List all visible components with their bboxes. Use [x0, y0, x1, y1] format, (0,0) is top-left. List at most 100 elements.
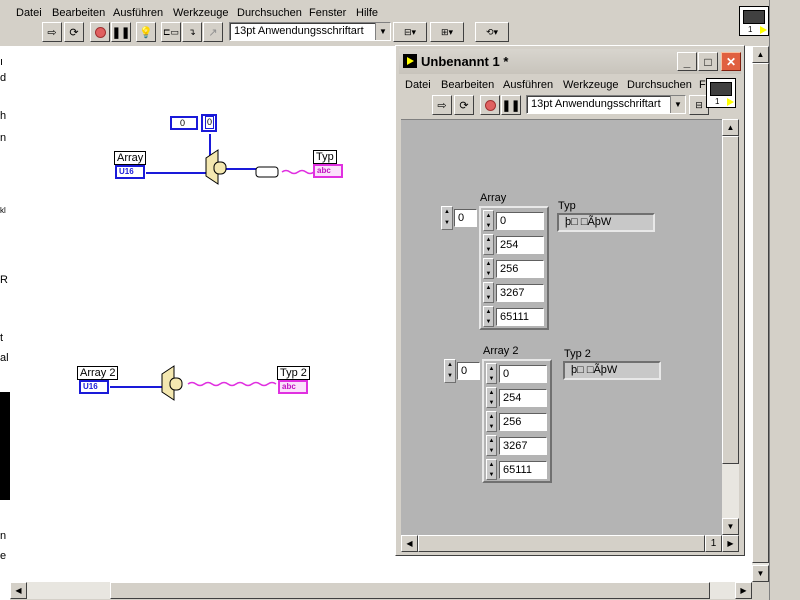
maximize-button[interactable]: □ [698, 52, 718, 71]
highlight-execution-button[interactable]: 💡 [136, 22, 156, 42]
scroll-thumb[interactable] [752, 63, 769, 563]
array2-element[interactable]: ▲ ▼ 256 [486, 411, 548, 432]
run-arrow-button[interactable]: ⇨ [42, 22, 62, 42]
menu-ausfuehren[interactable]: Ausführen [113, 7, 163, 19]
fp-pause-button[interactable]: ❚❚ [501, 95, 521, 115]
fp-menu-durchsuchen[interactable]: Durchsuchen [627, 79, 692, 91]
array-label[interactable]: Array [114, 151, 147, 165]
element-spinner[interactable]: ▲ ▼ [483, 258, 494, 279]
scroll-right-arrow[interactable]: ▶ [735, 582, 752, 599]
bd-horizontal-scrollbar[interactable]: ◀ ▶ [10, 582, 752, 599]
array2-index[interactable]: ▲ ▼ 0 [444, 359, 482, 383]
typ-terminal[interactable]: abc [313, 164, 343, 178]
typ-label[interactable]: Typ [313, 150, 337, 164]
close-button[interactable]: ✕ [721, 52, 741, 71]
align-objects-button[interactable]: ⊟▾ [393, 22, 427, 42]
scroll-thumb[interactable] [110, 582, 710, 599]
element-spinner[interactable]: ▲ ▼ [483, 234, 494, 255]
element-spinner[interactable]: ▲ ▼ [483, 210, 494, 231]
scroll-left-arrow[interactable]: ◀ [10, 582, 27, 599]
element-value[interactable]: 0 [499, 365, 547, 383]
fp-run-arrow-button[interactable]: ⇨ [432, 95, 452, 115]
vi-icon[interactable]: 1 [739, 6, 769, 36]
abort-button[interactable] [90, 22, 110, 42]
element-value[interactable]: 65111 [499, 461, 547, 479]
font-select[interactable]: 13pt Anwendungsschriftart ▼ [229, 22, 391, 41]
element-spinner[interactable]: ▲ ▼ [486, 435, 497, 456]
typ2-label[interactable]: Typ 2 [277, 366, 310, 380]
element-spinner[interactable]: ▲ ▼ [483, 282, 494, 303]
fp-font-select[interactable]: 13pt Anwendungsschriftart ▼ [526, 95, 686, 114]
array1-element[interactable]: ▲ ▼ 0 [483, 210, 545, 231]
menu-bearbeiten[interactable]: Bearbeiten [52, 7, 105, 19]
scroll-down-arrow[interactable]: ▼ [752, 565, 769, 582]
run-continuous-button[interactable]: ⟳ [64, 22, 84, 42]
element-value[interactable]: 3267 [499, 437, 547, 455]
element-value[interactable]: 256 [499, 413, 547, 431]
array1-element[interactable]: ▲ ▼ 3267 [483, 282, 545, 303]
array1-index-spinner[interactable]: ▲ ▼ [441, 206, 453, 230]
front-panel-canvas[interactable]: Array ▲ ▼ 0 ▲ ▼ 0 ▲ ▼ 254 ▲ ▼ 256 ▲ ▼ 3267 [401, 119, 722, 535]
array2-element[interactable]: ▲ ▼ 65111 [486, 459, 548, 480]
element-spinner[interactable]: ▲ ▼ [486, 459, 497, 480]
array2-label[interactable]: Array 2 [77, 366, 119, 380]
array1-index-value[interactable]: 0 [454, 209, 477, 227]
fp-vertical-scrollbar[interactable]: ▲ ▼ [722, 119, 739, 535]
scroll-up-arrow[interactable]: ▲ [722, 119, 739, 136]
fp-horizontal-scrollbar[interactable]: ◀ 1 [401, 535, 722, 552]
scroll-right-arrow[interactable]: ▶ [722, 535, 739, 552]
menu-fenster[interactable]: Fenster [309, 7, 346, 19]
fp-run-continuous-button[interactable]: ⟳ [454, 95, 474, 115]
element-value[interactable]: 256 [496, 260, 544, 278]
array2-element[interactable]: ▲ ▼ 3267 [486, 435, 548, 456]
typ1-string-indicator[interactable]: þ□ □ÃþW [557, 213, 655, 232]
bd-vertical-scrollbar[interactable]: ▲ ▼ [752, 46, 769, 582]
index-constant[interactable]: 0 [170, 116, 198, 130]
array1-element[interactable]: ▲ ▼ 65111 [483, 306, 545, 327]
scroll-thumb[interactable] [722, 136, 739, 464]
fp-menu-fenster[interactable]: F [699, 79, 706, 91]
array2-index-value[interactable]: 0 [457, 362, 480, 380]
step-out-button[interactable]: ↗ [203, 22, 223, 42]
array2-element[interactable]: ▲ ▼ 254 [486, 387, 548, 408]
typ2-string-indicator[interactable]: þ□ □ÃþW [563, 361, 661, 380]
step-into-button[interactable]: ↴ [182, 22, 202, 42]
element-spinner[interactable]: ▲ ▼ [483, 306, 494, 327]
array1-element[interactable]: ▲ ▼ 254 [483, 234, 545, 255]
minimize-button[interactable]: _ [677, 52, 697, 71]
element-value[interactable]: 3267 [496, 284, 544, 302]
typ2-terminal[interactable]: abc [278, 380, 308, 394]
menu-werkzeuge[interactable]: Werkzeuge [173, 7, 228, 19]
fp-menu-werkzeuge[interactable]: Werkzeuge [563, 79, 618, 91]
byte-array-to-string-node[interactable] [255, 166, 279, 178]
element-value[interactable]: 254 [499, 389, 547, 407]
scroll-down-arrow[interactable]: ▼ [722, 518, 739, 535]
element-spinner[interactable]: ▲ ▼ [486, 363, 497, 384]
retain-wire-values-button[interactable]: ⊏▭ [161, 22, 181, 42]
fp-menu-ausfuehren[interactable]: Ausführen [503, 79, 553, 91]
pause-button[interactable]: ❚❚ [111, 22, 131, 42]
scroll-left-arrow[interactable]: ◀ [401, 535, 418, 552]
fp-titlebar[interactable]: Unbenannt 1 * _ □ ✕ [399, 49, 741, 74]
element-value[interactable]: 254 [496, 236, 544, 254]
fp-abort-button[interactable] [480, 95, 500, 115]
array1-element[interactable]: ▲ ▼ 256 [483, 258, 545, 279]
array2-terminal[interactable]: U16 [79, 380, 109, 394]
array2-element[interactable]: ▲ ▼ 0 [486, 363, 548, 384]
fp-vi-icon[interactable]: 1 [706, 78, 736, 108]
element-value[interactable]: 65111 [496, 308, 544, 326]
menu-datei[interactable]: Datei [16, 7, 42, 19]
menu-durchsuchen[interactable]: Durchsuchen [237, 7, 302, 19]
fp-menu-datei[interactable]: Datei [405, 79, 431, 91]
scroll-page-indicator[interactable]: 1 [705, 535, 722, 552]
reorder-button[interactable]: ⟲▾ [475, 22, 509, 42]
menu-hilfe[interactable]: Hilfe [356, 7, 378, 19]
element-spinner[interactable]: ▲ ▼ [486, 387, 497, 408]
array-terminal[interactable]: U16 [115, 165, 145, 179]
element-spinner[interactable]: ▲ ▼ [486, 411, 497, 432]
distribute-objects-button[interactable]: ⊞▾ [430, 22, 464, 42]
scroll-thumb[interactable] [418, 535, 705, 552]
element-value[interactable]: 0 [496, 212, 544, 230]
fp-menu-bearbeiten[interactable]: Bearbeiten [441, 79, 494, 91]
array1-index[interactable]: ▲ ▼ 0 [441, 206, 479, 230]
